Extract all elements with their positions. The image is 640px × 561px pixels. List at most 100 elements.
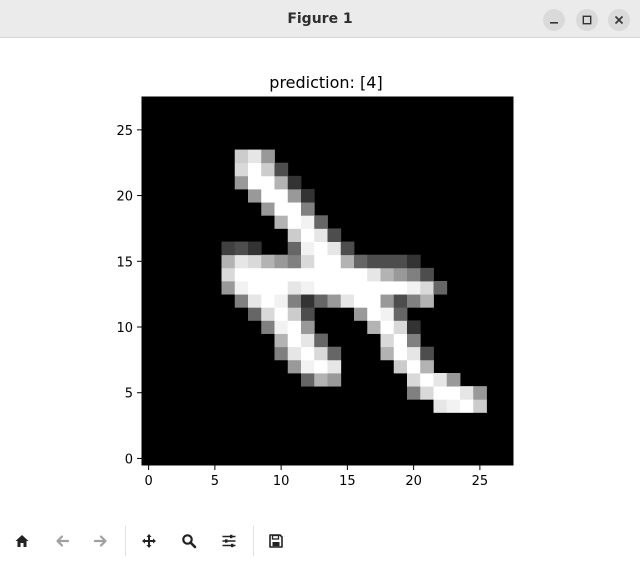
maximize-button[interactable]	[576, 9, 598, 31]
image-pixel	[301, 320, 315, 334]
image-pixel	[287, 320, 302, 334]
close-button[interactable]	[608, 9, 630, 31]
save-button[interactable]	[264, 529, 288, 553]
y-tick-label: 20	[116, 190, 133, 205]
image-pixel	[301, 228, 315, 242]
image-pixel	[393, 320, 408, 334]
close-icon	[614, 15, 624, 25]
image-pixel	[380, 281, 395, 295]
image-pixel	[380, 294, 395, 308]
navigation-toolbar	[0, 520, 640, 561]
image-pixel	[407, 346, 421, 361]
image-pixel	[393, 281, 408, 295]
image-pixel	[407, 386, 421, 400]
x-tick-label: 0	[144, 474, 152, 489]
image-pixel	[287, 359, 302, 374]
image-pixel	[234, 175, 249, 190]
image-pixel	[261, 281, 275, 295]
image-pixel	[420, 359, 434, 374]
floppy-disk-icon	[269, 534, 283, 548]
image-pixel	[407, 281, 421, 295]
image-pixel	[248, 175, 262, 190]
image-pixel	[460, 399, 474, 413]
home-button[interactable]	[10, 529, 34, 553]
image-plot[interactable]: prediction: [4] 0 5 10 15 20 25 0 5 10 15 20 25	[0, 38, 640, 518]
image-pixel	[407, 320, 421, 334]
image-pixel	[327, 359, 342, 374]
image-pixel	[287, 254, 302, 269]
image-pixel	[274, 162, 289, 177]
image-pixel	[380, 333, 395, 348]
image-pixel	[261, 162, 275, 177]
image-pixel	[221, 254, 236, 269]
arrow-left-icon	[56, 535, 70, 547]
image-pixel	[274, 320, 289, 334]
y-axis: 0 5 10 15 20 25	[116, 124, 142, 467]
image-pixel	[261, 294, 275, 308]
title-bar[interactable]: Figure 1	[0, 0, 640, 38]
image-pixel	[393, 333, 408, 348]
y-tick-label: 15	[116, 255, 133, 270]
image-pixel	[407, 359, 421, 374]
image-pixel	[354, 307, 368, 321]
image-pixel	[301, 333, 315, 348]
image-pixel	[301, 202, 315, 216]
image-pixel	[327, 373, 342, 387]
image-pixel	[314, 373, 328, 387]
image-pixel	[446, 386, 461, 400]
maximize-icon	[582, 15, 592, 25]
image-pixel	[287, 267, 302, 282]
image-pixel	[314, 254, 328, 269]
image-pixel	[301, 267, 315, 282]
image-pixel	[287, 307, 302, 321]
image-pixel	[446, 373, 461, 387]
image-pixel	[234, 254, 249, 269]
x-axis: 0 5 10 15 20 25	[144, 465, 488, 489]
image-pixel	[287, 215, 302, 229]
image-pixel	[367, 254, 381, 269]
image-pixel	[234, 241, 249, 256]
image-pixel	[301, 359, 315, 374]
image-pixel	[287, 241, 302, 256]
minimize-button[interactable]	[543, 9, 565, 31]
image-pixel	[274, 202, 289, 216]
home-icon	[15, 535, 29, 547]
image-pixel	[314, 281, 328, 295]
image-pixel	[407, 333, 421, 348]
image-pixel	[433, 373, 448, 387]
forward-button[interactable]	[89, 529, 113, 553]
image-pixel	[221, 267, 236, 282]
image-pixel	[261, 320, 275, 334]
configure-subplots-button[interactable]	[217, 529, 241, 553]
image-pixel	[340, 254, 355, 269]
image-pixel	[261, 202, 275, 216]
image-pixel	[234, 294, 249, 308]
image-pixel	[380, 254, 395, 269]
zoom-button[interactable]	[177, 529, 201, 553]
image-pixel	[314, 359, 328, 374]
image-pixel	[354, 281, 368, 295]
image-pixel	[221, 281, 236, 295]
pan-button[interactable]	[137, 529, 161, 553]
image-pixel	[248, 267, 262, 282]
back-button[interactable]	[50, 529, 74, 553]
magnifier-icon	[182, 534, 197, 549]
image-pixel	[221, 241, 236, 256]
image-pixel	[274, 294, 289, 308]
figure-canvas[interactable]: prediction: [4] 0 5 10 15 20 25 0 5 10 15 20 25	[0, 38, 640, 518]
image-pixel	[287, 346, 302, 361]
image-pixel	[248, 254, 262, 269]
x-tick-label: 10	[273, 474, 290, 489]
image-pixel	[274, 267, 289, 282]
image-pixel	[261, 149, 275, 164]
image-pixel	[380, 320, 395, 334]
image-pixel	[314, 241, 328, 256]
image-pixel	[380, 346, 395, 361]
image-pixel	[301, 254, 315, 269]
image-pixel	[433, 386, 448, 400]
image-pixel	[248, 241, 262, 256]
image-pixel	[274, 333, 289, 348]
image-pixel	[274, 254, 289, 269]
x-tick-label: 25	[472, 474, 489, 489]
image-pixel	[367, 307, 381, 321]
